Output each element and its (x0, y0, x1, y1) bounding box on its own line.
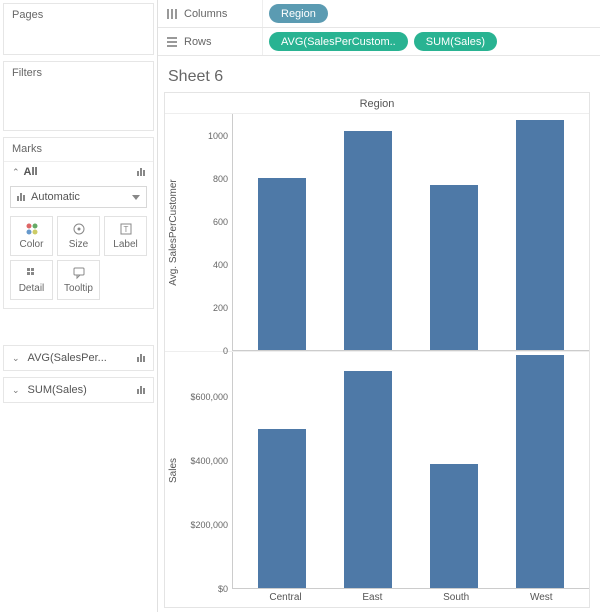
size-button[interactable]: Size (57, 216, 100, 256)
bar-south[interactable] (430, 185, 478, 350)
chevron-down-icon (132, 191, 140, 203)
chevron-down-icon: ⌄ (12, 353, 20, 364)
mark-type-label: Automatic (31, 191, 80, 203)
y-tick: 200 (213, 303, 228, 313)
marks-card: Marks ⌃ All Automatic Color Size T (3, 137, 154, 309)
y-tick: $400,000 (190, 456, 228, 466)
chart-panel-1: Sales$0$200,000$400,000$600,000 (165, 352, 589, 589)
y-axis-label: Avg. SalesPerCustomer (168, 179, 179, 286)
y-tick: $600,000 (190, 392, 228, 402)
pill-region[interactable]: Region (269, 4, 328, 23)
label-icon: T (119, 222, 133, 236)
tooltip-icon (72, 266, 86, 280)
bar-east[interactable] (344, 131, 392, 350)
x-tick-south: South (443, 592, 469, 603)
marks-measure-avg[interactable]: ⌄AVG(SalesPer... (3, 345, 154, 371)
bars-icon (17, 193, 25, 201)
x-tick-west: West (530, 592, 553, 603)
marks-all-label: All (24, 166, 38, 178)
bar-central[interactable] (258, 429, 306, 588)
svg-text:T: T (123, 225, 128, 234)
bars-icon (137, 386, 145, 394)
detail-icon (25, 266, 39, 280)
marks-all-toggle[interactable]: ⌃ All (4, 161, 153, 182)
y-tick: 600 (213, 217, 228, 227)
y-axis-label: Sales (168, 458, 179, 483)
pill-sum-sales[interactable]: SUM(Sales) (414, 32, 497, 51)
bar-west[interactable] (516, 355, 564, 588)
bars-icon (137, 168, 145, 176)
column-header-region: Region (165, 95, 589, 114)
bar-west[interactable] (516, 120, 564, 350)
detail-button[interactable]: Detail (10, 260, 53, 300)
pill-avg-salespercustomer[interactable]: AVG(SalesPerCustom.. (269, 32, 408, 51)
chevron-up-icon: ⌃ (12, 167, 20, 178)
y-tick: $200,000 (190, 520, 228, 530)
filters-title: Filters (4, 62, 153, 82)
filters-shelf[interactable]: Filters (3, 61, 154, 131)
y-tick: 400 (213, 260, 228, 270)
tooltip-button[interactable]: Tooltip (57, 260, 100, 300)
y-tick: 800 (213, 174, 228, 184)
columns-label: Columns (184, 8, 227, 20)
color-icon (25, 222, 39, 236)
color-button[interactable]: Color (10, 216, 53, 256)
x-tick-central: Central (269, 592, 301, 603)
marks-measure-sum[interactable]: ⌄SUM(Sales) (3, 377, 154, 403)
bar-south[interactable] (430, 464, 478, 588)
rows-label: Rows (184, 36, 212, 48)
pages-title: Pages (4, 4, 153, 24)
size-icon (72, 222, 86, 236)
columns-icon (166, 8, 178, 20)
pages-shelf[interactable]: Pages (3, 3, 154, 55)
rows-shelf[interactable]: Rows AVG(SalesPerCustom.. SUM(Sales) (158, 28, 600, 56)
bars-icon (137, 354, 145, 362)
mark-type-select[interactable]: Automatic (10, 186, 147, 208)
x-tick-east: East (362, 592, 382, 603)
y-tick: $0 (218, 584, 228, 594)
sheet-title[interactable]: Sheet 6 (164, 64, 590, 92)
chart-panel-0: Avg. SalesPerCustomer02004006008001000 (165, 114, 589, 352)
columns-shelf[interactable]: Columns Region (158, 0, 600, 28)
chart-viewport[interactable]: Region Avg. SalesPerCustomer020040060080… (164, 92, 590, 608)
label-button[interactable]: T Label (104, 216, 147, 256)
rows-icon (166, 36, 178, 48)
bar-east[interactable] (344, 371, 392, 588)
y-tick: 1000 (208, 131, 228, 141)
marks-title: Marks (4, 138, 153, 161)
bar-central[interactable] (258, 178, 306, 350)
chevron-down-icon: ⌄ (12, 385, 20, 396)
